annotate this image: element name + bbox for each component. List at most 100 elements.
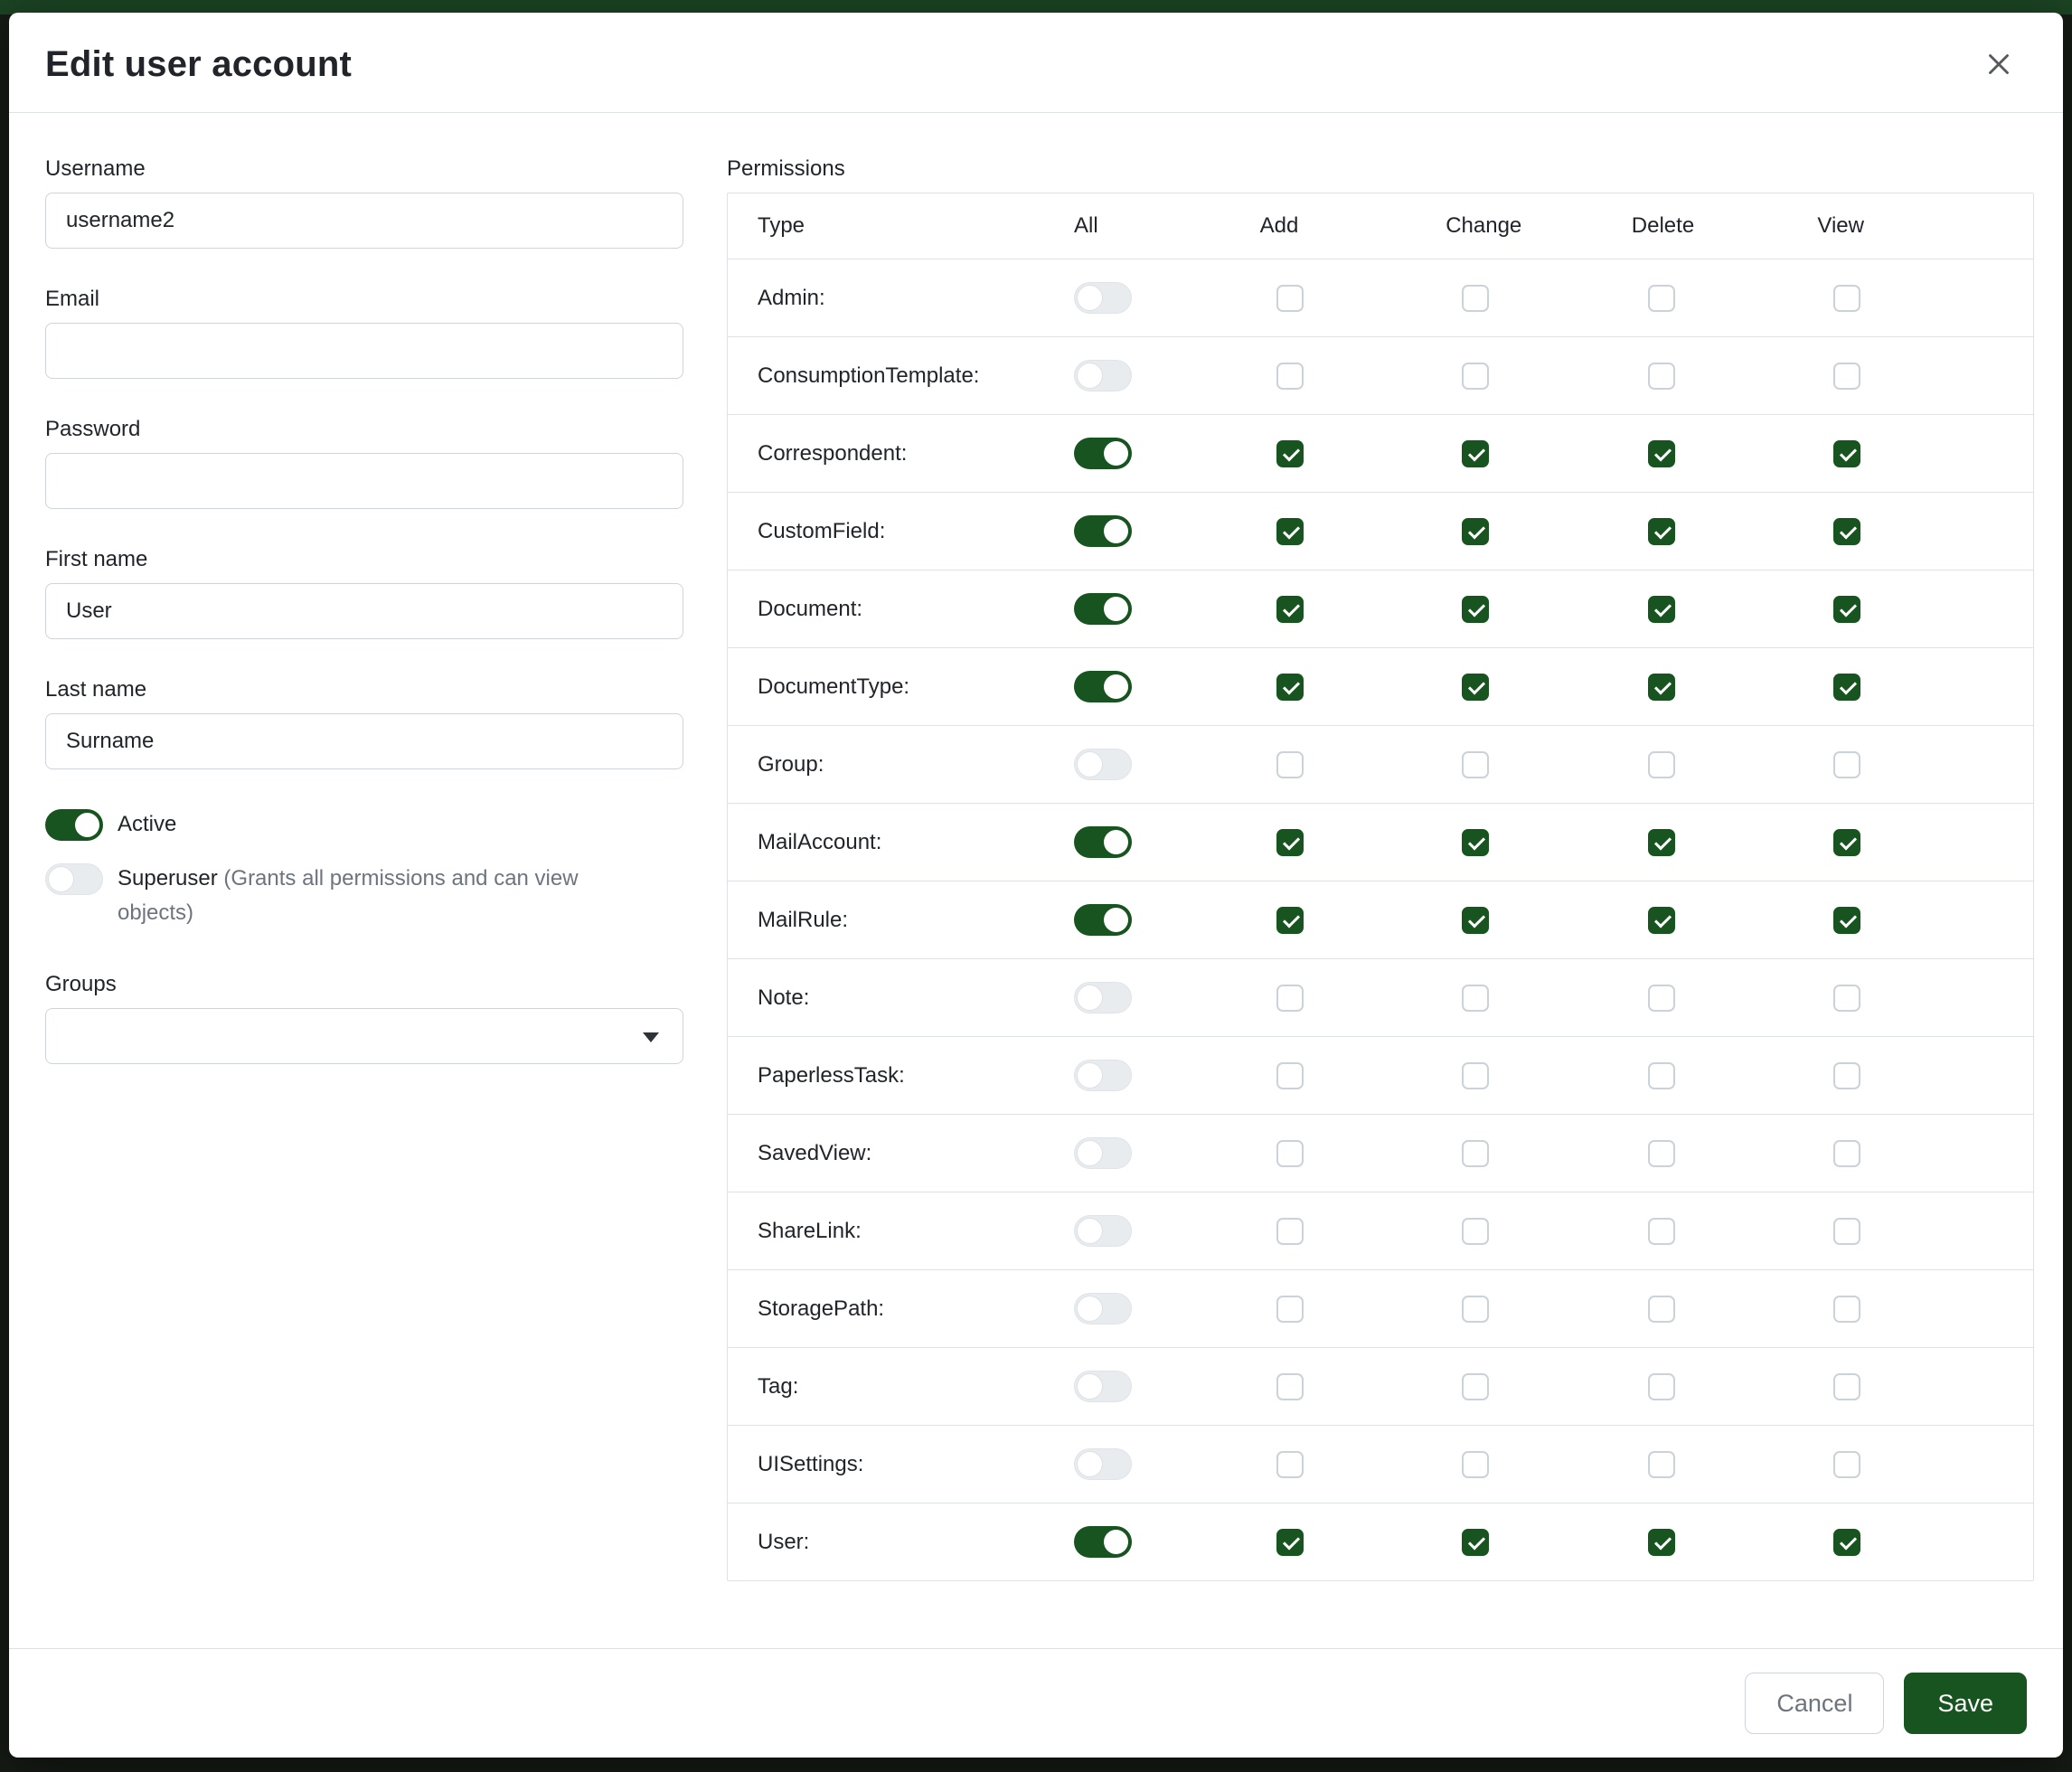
permission-all-toggle[interactable] — [1074, 749, 1132, 780]
permission-change-checkbox[interactable] — [1462, 1296, 1489, 1323]
close-button[interactable] — [1978, 43, 2020, 85]
permission-view-checkbox[interactable] — [1833, 907, 1860, 934]
first-name-input[interactable] — [45, 583, 683, 639]
permission-change-checkbox[interactable] — [1462, 1373, 1489, 1400]
permission-delete-checkbox[interactable] — [1648, 751, 1675, 778]
permission-change-checkbox[interactable] — [1462, 829, 1489, 856]
permission-view-checkbox[interactable] — [1833, 518, 1860, 545]
permission-all-toggle[interactable] — [1074, 282, 1132, 314]
permission-delete-checkbox[interactable] — [1648, 285, 1675, 312]
permission-add-checkbox[interactable] — [1276, 363, 1304, 390]
permission-add-checkbox[interactable] — [1276, 1218, 1304, 1245]
permission-add-checkbox[interactable] — [1276, 1062, 1304, 1089]
last-name-input[interactable] — [45, 713, 683, 769]
permission-view-checkbox[interactable] — [1833, 985, 1860, 1012]
permission-view-checkbox[interactable] — [1833, 285, 1860, 312]
permission-delete-checkbox[interactable] — [1648, 363, 1675, 390]
permission-view-checkbox[interactable] — [1833, 440, 1860, 467]
permission-delete-checkbox[interactable] — [1648, 674, 1675, 701]
permission-view-checkbox[interactable] — [1833, 1296, 1860, 1323]
permission-change-checkbox[interactable] — [1462, 674, 1489, 701]
active-toggle[interactable] — [45, 809, 103, 841]
permission-change-checkbox[interactable] — [1462, 985, 1489, 1012]
permission-change-checkbox[interactable] — [1462, 518, 1489, 545]
permission-view-checkbox[interactable] — [1833, 829, 1860, 856]
password-input[interactable] — [45, 453, 683, 509]
permission-view-checkbox[interactable] — [1833, 674, 1860, 701]
permission-all-toggle[interactable] — [1074, 1293, 1132, 1324]
username-input[interactable] — [45, 193, 683, 249]
permission-change-checkbox[interactable] — [1462, 1062, 1489, 1089]
save-button[interactable]: Save — [1904, 1673, 2027, 1734]
permission-all-toggle[interactable] — [1074, 826, 1132, 858]
permission-view-checkbox[interactable] — [1833, 1218, 1860, 1245]
permission-add-checkbox[interactable] — [1276, 674, 1304, 701]
permission-all-toggle[interactable] — [1074, 1371, 1132, 1402]
permission-delete-checkbox[interactable] — [1648, 440, 1675, 467]
superuser-toggle[interactable] — [45, 863, 103, 895]
permission-add-checkbox[interactable] — [1276, 1373, 1304, 1400]
permission-add-checkbox[interactable] — [1276, 440, 1304, 467]
permission-add-checkbox[interactable] — [1276, 985, 1304, 1012]
permission-add-checkbox[interactable] — [1276, 596, 1304, 623]
permission-delete-checkbox[interactable] — [1648, 518, 1675, 545]
permission-view-checkbox[interactable] — [1833, 363, 1860, 390]
permission-delete-checkbox[interactable] — [1648, 985, 1675, 1012]
groups-select[interactable] — [45, 1008, 683, 1064]
permission-all-toggle[interactable] — [1074, 904, 1132, 936]
permission-change-checkbox[interactable] — [1462, 907, 1489, 934]
permission-change-checkbox[interactable] — [1462, 596, 1489, 623]
permission-add-checkbox[interactable] — [1276, 829, 1304, 856]
permission-view-checkbox[interactable] — [1833, 1373, 1860, 1400]
permission-change-checkbox[interactable] — [1462, 363, 1489, 390]
email-input[interactable] — [45, 323, 683, 379]
permission-all-toggle[interactable] — [1074, 1215, 1132, 1247]
permission-change-checkbox[interactable] — [1462, 285, 1489, 312]
permission-change-checkbox[interactable] — [1462, 1451, 1489, 1478]
permission-add-checkbox[interactable] — [1276, 751, 1304, 778]
permission-view-checkbox[interactable] — [1833, 596, 1860, 623]
permission-delete-checkbox[interactable] — [1648, 1529, 1675, 1556]
permission-add-checkbox[interactable] — [1276, 1529, 1304, 1556]
permission-delete-checkbox[interactable] — [1648, 1218, 1675, 1245]
permission-change-checkbox[interactable] — [1462, 751, 1489, 778]
permission-all-toggle[interactable] — [1074, 1137, 1132, 1169]
permission-delete-checkbox[interactable] — [1648, 596, 1675, 623]
permission-change-checkbox[interactable] — [1462, 440, 1489, 467]
permission-add-checkbox[interactable] — [1276, 1140, 1304, 1167]
permission-delete-checkbox[interactable] — [1648, 1451, 1675, 1478]
permission-all-toggle[interactable] — [1074, 1448, 1132, 1480]
permission-add-checkbox[interactable] — [1276, 285, 1304, 312]
permission-delete-checkbox[interactable] — [1648, 1062, 1675, 1089]
permission-row: PaperlessTask: — [728, 1036, 2033, 1114]
permission-add-checkbox[interactable] — [1276, 907, 1304, 934]
permission-change-checkbox[interactable] — [1462, 1529, 1489, 1556]
permission-all-toggle[interactable] — [1074, 593, 1132, 625]
permission-all-toggle[interactable] — [1074, 515, 1132, 547]
permission-add-checkbox[interactable] — [1276, 1296, 1304, 1323]
permission-add-checkbox[interactable] — [1276, 1451, 1304, 1478]
email-field-group: Email — [45, 287, 683, 379]
permission-view-checkbox[interactable] — [1833, 1451, 1860, 1478]
permission-all-toggle[interactable] — [1074, 360, 1132, 391]
permission-view-checkbox[interactable] — [1833, 1062, 1860, 1089]
permission-all-toggle[interactable] — [1074, 671, 1132, 702]
permission-all-toggle[interactable] — [1074, 982, 1132, 1013]
permission-add-checkbox[interactable] — [1276, 518, 1304, 545]
permission-delete-checkbox[interactable] — [1648, 907, 1675, 934]
permission-delete-checkbox[interactable] — [1648, 1373, 1675, 1400]
permission-row: Tag: — [728, 1347, 2033, 1425]
permission-delete-checkbox[interactable] — [1648, 1140, 1675, 1167]
permission-delete-checkbox[interactable] — [1648, 1296, 1675, 1323]
permission-view-checkbox[interactable] — [1833, 1529, 1860, 1556]
permission-view-checkbox[interactable] — [1833, 1140, 1860, 1167]
password-field-group: Password — [45, 417, 683, 509]
permission-change-checkbox[interactable] — [1462, 1140, 1489, 1167]
permission-delete-checkbox[interactable] — [1648, 829, 1675, 856]
permission-all-toggle[interactable] — [1074, 438, 1132, 469]
permission-all-toggle[interactable] — [1074, 1526, 1132, 1558]
permission-view-checkbox[interactable] — [1833, 751, 1860, 778]
cancel-button[interactable]: Cancel — [1745, 1673, 1884, 1734]
permission-all-toggle[interactable] — [1074, 1060, 1132, 1091]
permission-change-checkbox[interactable] — [1462, 1218, 1489, 1245]
